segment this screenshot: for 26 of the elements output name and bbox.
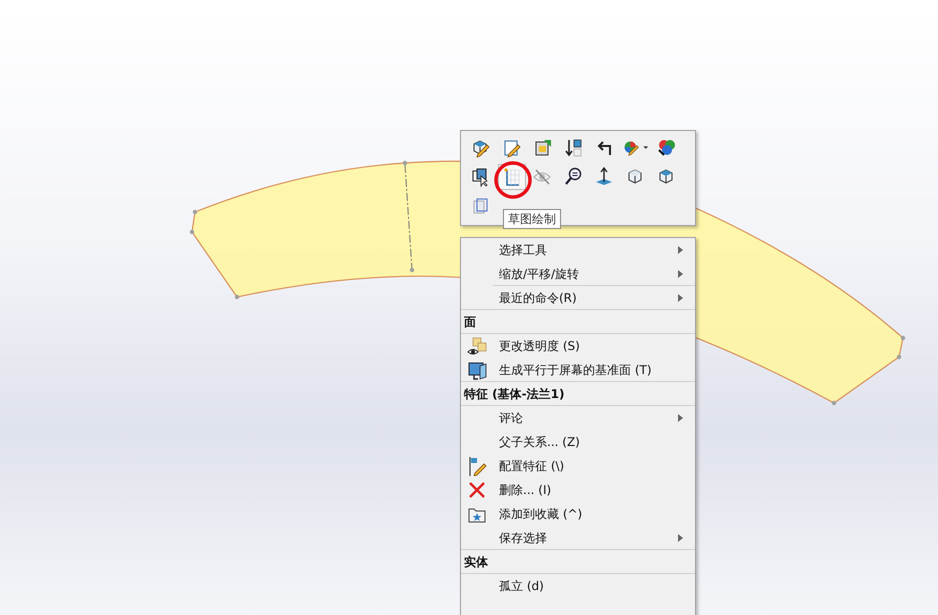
menu-section-header: 特征 (基体-法兰1) <box>461 382 695 406</box>
menu-item[interactable]: 保存选择 <box>461 526 695 550</box>
submenu-arrow-icon <box>678 414 683 422</box>
submenu-arrow-icon <box>678 246 683 254</box>
menu-item[interactable]: 评论 <box>461 406 695 430</box>
menu-section-header: 实体 <box>461 550 695 574</box>
menu-section-header: 面 <box>461 310 695 334</box>
menu-item[interactable]: 父子关系... (Z) <box>461 430 695 454</box>
menu-item[interactable]: 删除... (I) <box>461 478 695 502</box>
menu-item[interactable]: 选择工具 <box>461 238 695 262</box>
tooltip: 草图绘制 <box>503 209 561 229</box>
flag-pencil-icon <box>467 456 487 476</box>
menu-item[interactable]: 配置特征 (\) <box>461 454 695 478</box>
menu-item[interactable]: 生成平行于屏幕的基准面 (T) <box>461 358 695 382</box>
submenu-arrow-icon <box>678 294 683 302</box>
close-icon <box>467 480 487 500</box>
submenu-arrow-icon <box>678 534 683 542</box>
menu-item[interactable]: 添加到收藏 (^) <box>461 502 695 526</box>
menu-item[interactable]: 最近的命令(R) <box>461 286 695 310</box>
circle-annotation <box>493 160 533 200</box>
menu-item[interactable]: 更改透明度 (S) <box>461 334 695 358</box>
eye-blocks-icon <box>467 336 487 356</box>
menu-item[interactable]: 孤立 (d) <box>461 574 695 598</box>
submenu-arrow-icon <box>678 270 683 278</box>
monitor-plane-icon <box>467 360 487 380</box>
menu-item[interactable]: 缩放/平移/旋转 <box>461 262 695 286</box>
